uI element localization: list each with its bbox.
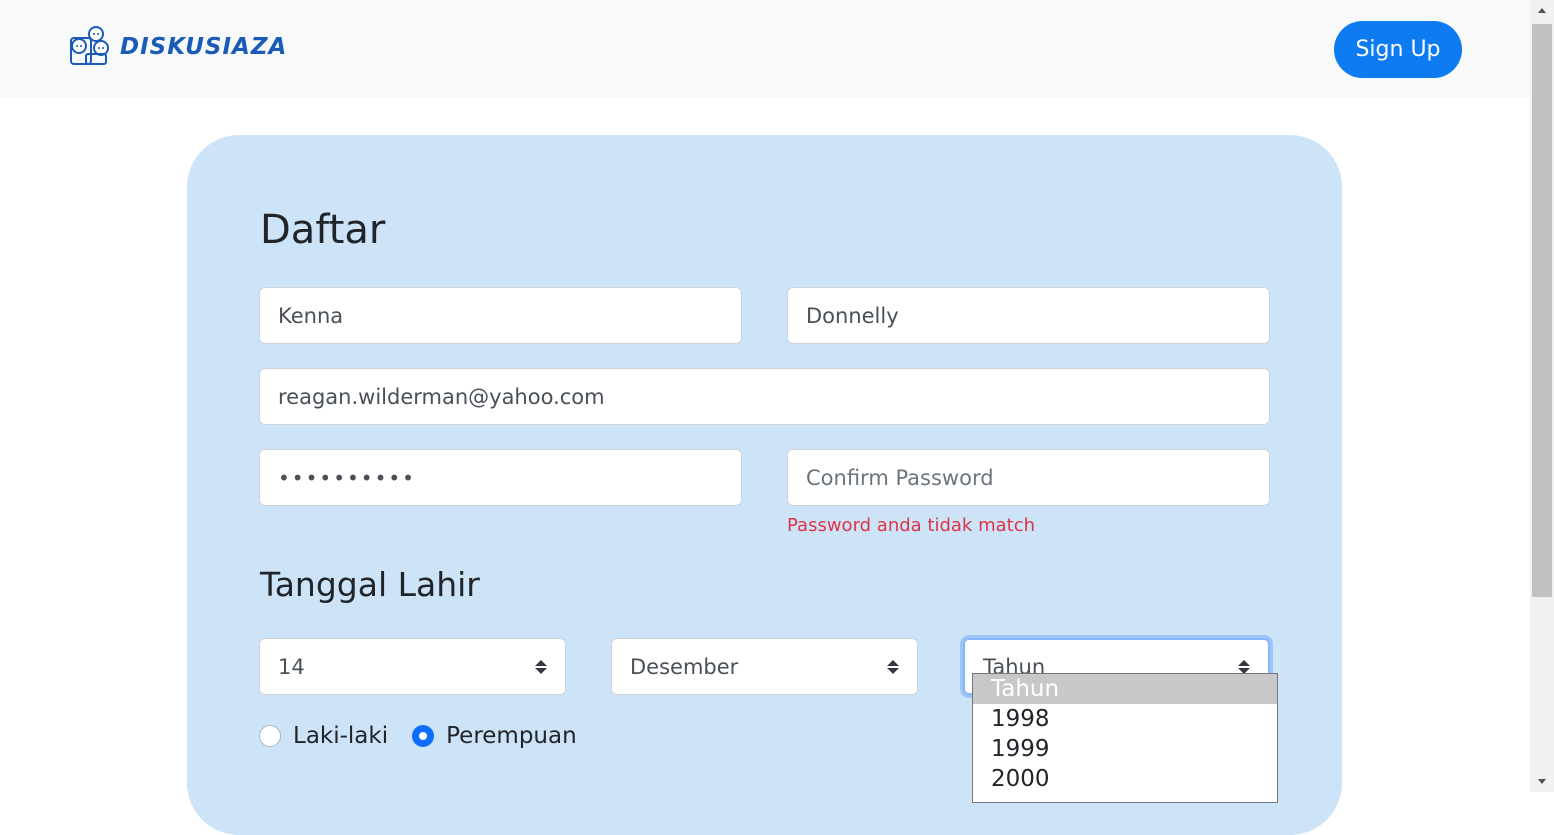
first-name-input[interactable]: Kenna: [259, 287, 742, 344]
email-input[interactable]: reagan.wilderman@yahoo.com: [259, 368, 1270, 425]
radio-label-perempuan[interactable]: Perempuan: [446, 723, 577, 749]
radio-label-laki-laki[interactable]: Laki-laki: [293, 723, 388, 749]
sort-arrows-icon: [535, 659, 547, 674]
navbar: DISKUSIAZA Sign Up: [0, 0, 1530, 98]
year-dropdown-list: Tahun 1998 1999 2000: [972, 673, 1278, 803]
sign-up-button[interactable]: Sign Up: [1334, 21, 1462, 78]
year-option[interactable]: 2000: [973, 764, 1277, 794]
scroll-up-arrow-icon[interactable]: [1530, 0, 1554, 20]
month-select[interactable]: Desember: [611, 638, 918, 695]
password-input[interactable]: ••••••••••: [259, 449, 742, 506]
password-error-message: Password anda tidak match: [787, 515, 1036, 536]
chat-bubbles-icon: [70, 26, 109, 65]
sort-arrows-icon: [1238, 659, 1250, 674]
month-select-value: Desember: [630, 654, 739, 679]
logo-text: DISKUSIAZA: [120, 34, 288, 60]
sort-arrows-icon: [887, 659, 899, 674]
logo[interactable]: DISKUSIAZA: [68, 24, 287, 70]
year-option[interactable]: 1998: [973, 704, 1277, 734]
confirm-password-input[interactable]: Confirm Password: [787, 449, 1270, 506]
birth-date-title: Tanggal Lahir: [260, 565, 480, 604]
year-option[interactable]: Tahun: [973, 674, 1277, 704]
day-select[interactable]: 14: [259, 638, 566, 695]
year-option[interactable]: 1999: [973, 734, 1277, 764]
last-name-input[interactable]: Donnelly: [787, 287, 1270, 344]
scrollbar-thumb[interactable]: [1532, 24, 1552, 597]
gender-radio-group: Laki-laki Perempuan: [259, 723, 601, 749]
scroll-down-arrow-icon[interactable]: [1530, 772, 1554, 792]
form-title: Daftar: [260, 207, 386, 253]
day-select-value: 14: [278, 654, 305, 679]
radio-perempuan[interactable]: [412, 725, 435, 747]
radio-laki-laki[interactable]: [259, 725, 281, 747]
page-scrollbar[interactable]: [1530, 0, 1554, 792]
